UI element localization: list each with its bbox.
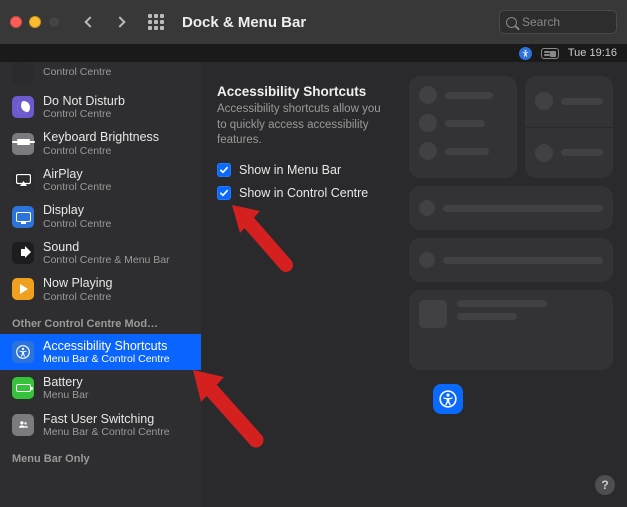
checkbox-checked-icon	[217, 163, 231, 177]
sidebar-item-sub: Menu Bar & Control Centre	[43, 353, 170, 365]
moon-icon	[12, 96, 34, 118]
checkbox-label: Show in Control Centre	[239, 186, 368, 200]
keyboard-brightness-icon	[12, 133, 34, 155]
preview-card	[409, 238, 613, 282]
content-pane: Accessibility Shortcuts Accessibility sh…	[201, 62, 627, 507]
detail-heading: Accessibility Shortcuts	[217, 84, 393, 99]
back-button[interactable]	[76, 10, 104, 34]
detail-panel: Accessibility Shortcuts Accessibility sh…	[217, 84, 393, 209]
search-placeholder: Search	[522, 15, 560, 29]
forward-button[interactable]	[106, 10, 134, 34]
checkbox-checked-icon	[217, 186, 231, 200]
sound-icon	[12, 242, 34, 264]
sidebar-item-partial-top[interactable]: Control Centre	[0, 62, 201, 89]
minimize-window-button[interactable]	[29, 16, 41, 28]
help-label: ?	[601, 478, 608, 492]
menubar-control-centre-icon[interactable]	[541, 48, 559, 59]
generic-module-icon	[12, 62, 34, 84]
sidebar-section-other: Other Control Centre Mod…	[0, 308, 201, 334]
sidebar-item-label: Now Playing	[43, 276, 112, 290]
checkbox-label: Show in Menu Bar	[239, 163, 341, 177]
control-centre-preview	[409, 76, 613, 491]
fast-user-switching-icon	[12, 414, 34, 436]
sidebar-item-sub: Control Centre	[43, 67, 111, 78]
sidebar-item-display[interactable]: Display Control Centre	[0, 198, 201, 234]
sidebar-item-label: Sound	[43, 240, 170, 254]
sidebar-item-airplay[interactable]: AirPlay Control Centre	[0, 162, 201, 198]
sidebar-item-label: AirPlay	[43, 167, 111, 181]
sidebar-item-battery[interactable]: Battery Menu Bar	[0, 370, 201, 406]
sidebar-item-sub: Menu Bar	[43, 389, 89, 401]
accessibility-icon	[12, 341, 34, 363]
menubar-clock[interactable]: Tue 19:16	[568, 47, 617, 59]
preview-card	[525, 76, 613, 178]
preview-card	[409, 186, 613, 230]
grid-icon	[148, 14, 164, 30]
chevron-right-icon	[114, 16, 125, 27]
detail-description: Accessibility shortcuts allow you to qui…	[217, 102, 393, 149]
sidebar-item-keyboard-brightness[interactable]: Keyboard Brightness Control Centre	[0, 125, 201, 161]
sidebar-item-sub: Menu Bar & Control Centre	[43, 426, 170, 438]
sidebar-item-sub: Control Centre	[43, 181, 111, 193]
preview-card	[409, 76, 517, 178]
window-controls	[10, 16, 60, 28]
search-icon	[506, 17, 517, 28]
sidebar-item-label: Battery	[43, 375, 89, 389]
chevron-left-icon	[84, 16, 95, 27]
sidebar-item-sub: Control Centre & Menu Bar	[43, 254, 170, 266]
sidebar-item-sound[interactable]: Sound Control Centre & Menu Bar	[0, 235, 201, 271]
sidebar-item-sub: Control Centre	[43, 145, 159, 157]
show-in-menu-bar-row[interactable]: Show in Menu Bar	[217, 163, 393, 177]
airplay-icon	[12, 169, 34, 191]
sidebar-item-sub: Control Centre	[43, 291, 112, 303]
nav-buttons	[76, 10, 134, 34]
search-input[interactable]: Search	[499, 10, 617, 34]
sidebar-item-label: Accessibility Shortcuts	[43, 339, 170, 353]
sidebar-item-sub: Control Centre	[43, 218, 111, 230]
titlebar: Dock & Menu Bar Search	[0, 0, 627, 44]
sidebar-item-label: Do Not Disturb	[43, 94, 125, 108]
sidebar-item-label: Fast User Switching	[43, 412, 170, 426]
sidebar-item-sub: Control Centre	[43, 108, 125, 120]
sidebar: Control Centre Do Not Disturb Control Ce…	[0, 62, 201, 507]
close-window-button[interactable]	[10, 16, 22, 28]
show-in-control-centre-row[interactable]: Show in Control Centre	[217, 186, 393, 200]
battery-icon	[12, 377, 34, 399]
sidebar-item-label: Keyboard Brightness	[43, 130, 159, 144]
show-all-button[interactable]	[142, 10, 170, 34]
help-button[interactable]: ?	[595, 475, 615, 495]
desktop-menubar: Tue 19:16	[0, 44, 627, 62]
display-icon	[12, 206, 34, 228]
menubar-accessibility-icon[interactable]	[519, 47, 532, 60]
sidebar-section-menubar-only: Menu Bar Only	[0, 443, 201, 469]
play-icon	[12, 278, 34, 300]
window-title: Dock & Menu Bar	[182, 14, 306, 31]
sidebar-item-now-playing[interactable]: Now Playing Control Centre	[0, 271, 201, 307]
zoom-window-button[interactable]	[48, 16, 60, 28]
sidebar-item-fast-user-switching[interactable]: Fast User Switching Menu Bar & Control C…	[0, 407, 201, 443]
sidebar-item-label: Display	[43, 203, 111, 217]
sidebar-item-accessibility-shortcuts[interactable]: Accessibility Shortcuts Menu Bar & Contr…	[0, 334, 201, 370]
preview-card	[409, 290, 613, 370]
sidebar-item-do-not-disturb[interactable]: Do Not Disturb Control Centre	[0, 89, 201, 125]
annotation-arrow-icon	[226, 197, 306, 277]
preview-accessibility-module	[433, 384, 463, 414]
